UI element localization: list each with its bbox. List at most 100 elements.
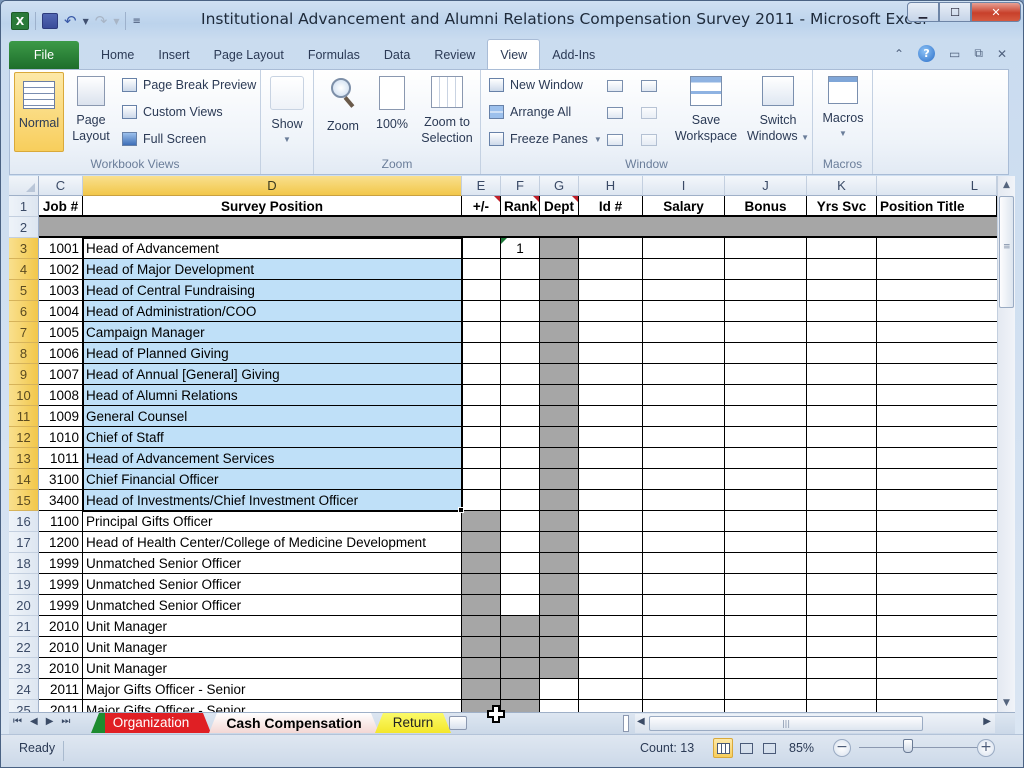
- cell-title[interactable]: [877, 490, 997, 511]
- cell-id[interactable]: [579, 385, 643, 406]
- cell-job[interactable]: 2011: [39, 679, 83, 700]
- row-header[interactable]: 7: [9, 322, 39, 343]
- cell-position[interactable]: Principal Gifts Officer: [83, 511, 462, 532]
- cell-id[interactable]: [579, 469, 643, 490]
- cell-plusminus[interactable]: [462, 406, 501, 427]
- cell-job[interactable]: 1009: [39, 406, 83, 427]
- cell-plusminus[interactable]: [462, 238, 501, 259]
- cell-id[interactable]: [579, 238, 643, 259]
- cell-rank[interactable]: [501, 385, 540, 406]
- cell-salary[interactable]: [643, 238, 725, 259]
- tab-data[interactable]: Data: [372, 41, 422, 69]
- cell-dept[interactable]: [540, 469, 579, 490]
- close-button[interactable]: ✕: [971, 2, 1021, 22]
- cell-yrs[interactable]: [807, 343, 877, 364]
- cell-id[interactable]: [579, 511, 643, 532]
- cell-dept[interactable]: [540, 574, 579, 595]
- cell-bonus[interactable]: [725, 469, 807, 490]
- cell-position[interactable]: Unmatched Senior Officer: [83, 553, 462, 574]
- last-sheet-icon[interactable]: ⏭: [61, 716, 70, 727]
- cell-title[interactable]: [877, 343, 997, 364]
- cell-rank[interactable]: [501, 553, 540, 574]
- cell-job[interactable]: 2010: [39, 616, 83, 637]
- header-cell-position[interactable]: Survey Position: [83, 196, 462, 217]
- show-button[interactable]: Show ▼: [267, 72, 307, 154]
- cell-id[interactable]: [579, 616, 643, 637]
- cell-bonus[interactable]: [725, 637, 807, 658]
- cell-job[interactable]: 1011: [39, 448, 83, 469]
- cell-rank[interactable]: [501, 469, 540, 490]
- cell-title[interactable]: [877, 469, 997, 490]
- cell-rank[interactable]: [501, 616, 540, 637]
- column-header-c[interactable]: C: [39, 176, 83, 196]
- cell-job[interactable]: 2010: [39, 637, 83, 658]
- help-icon[interactable]: ?: [918, 45, 936, 62]
- cell-dept[interactable]: [540, 406, 579, 427]
- row-header[interactable]: 4: [9, 259, 39, 280]
- row-header[interactable]: 20: [9, 595, 39, 616]
- cell-job[interactable]: 1002: [39, 259, 83, 280]
- cell-bonus[interactable]: [725, 532, 807, 553]
- zoom-slider-thumb[interactable]: [903, 739, 914, 753]
- cell-id[interactable]: [579, 427, 643, 448]
- cell-salary[interactable]: [643, 574, 725, 595]
- cell-plusminus[interactable]: [462, 301, 501, 322]
- scroll-down-icon[interactable]: ▼: [998, 694, 1015, 712]
- split-icon[interactable]: [607, 80, 623, 92]
- cell-job[interactable]: 2011: [39, 700, 83, 712]
- column-header-d[interactable]: D: [83, 176, 462, 196]
- cell-dept[interactable]: [540, 364, 579, 385]
- vertical-scrollbar[interactable]: ▲ ▼: [997, 176, 1015, 712]
- header-cell-rank[interactable]: Rank: [501, 196, 540, 217]
- cell-bonus[interactable]: [725, 616, 807, 637]
- cell-title[interactable]: [877, 616, 997, 637]
- cell-salary[interactable]: [643, 322, 725, 343]
- cell-dept[interactable]: [540, 595, 579, 616]
- cell-plusminus[interactable]: [462, 259, 501, 280]
- cell-title[interactable]: [877, 448, 997, 469]
- cell-yrs[interactable]: [807, 532, 877, 553]
- cell-dept[interactable]: [540, 301, 579, 322]
- workbook-close-icon[interactable]: ✕: [997, 47, 1007, 61]
- cell-salary[interactable]: [643, 259, 725, 280]
- cell-rank[interactable]: [501, 574, 540, 595]
- zoom-level[interactable]: 85%: [789, 741, 814, 755]
- cell-salary[interactable]: [643, 406, 725, 427]
- cell-rank[interactable]: [501, 322, 540, 343]
- cell-id[interactable]: [579, 658, 643, 679]
- cell-title[interactable]: [877, 322, 997, 343]
- cell-rank[interactable]: [501, 658, 540, 679]
- cell-plusminus[interactable]: [462, 364, 501, 385]
- cell-plusminus[interactable]: [462, 322, 501, 343]
- cell-bonus[interactable]: [725, 595, 807, 616]
- row-header[interactable]: 21: [9, 616, 39, 637]
- cell-id[interactable]: [579, 406, 643, 427]
- cell-position[interactable]: Head of Investments/Chief Investment Off…: [83, 490, 462, 511]
- cell-position[interactable]: Head of Planned Giving: [83, 343, 462, 364]
- cell-plusminus[interactable]: [462, 637, 501, 658]
- cell-id[interactable]: [579, 700, 643, 712]
- cell-position[interactable]: Chief Financial Officer: [83, 469, 462, 490]
- cell-job[interactable]: 1010: [39, 427, 83, 448]
- cell-yrs[interactable]: [807, 616, 877, 637]
- select-all-button[interactable]: [9, 176, 39, 196]
- cell-title[interactable]: [877, 637, 997, 658]
- cell-salary[interactable]: [643, 427, 725, 448]
- cell-dept[interactable]: [540, 679, 579, 700]
- cell-bonus[interactable]: [725, 553, 807, 574]
- cell-title[interactable]: [877, 553, 997, 574]
- cell-rank[interactable]: [501, 259, 540, 280]
- cell-salary[interactable]: [643, 511, 725, 532]
- cell-plusminus[interactable]: [462, 448, 501, 469]
- column-header-e[interactable]: E: [462, 176, 501, 196]
- cell-plusminus[interactable]: [462, 511, 501, 532]
- cell-dept[interactable]: [540, 385, 579, 406]
- cell-plusminus[interactable]: [462, 553, 501, 574]
- cell-yrs[interactable]: [807, 238, 877, 259]
- column-header-j[interactable]: J: [725, 176, 807, 196]
- row-header[interactable]: 12: [9, 427, 39, 448]
- save-icon[interactable]: [42, 13, 58, 29]
- cell-id[interactable]: [579, 637, 643, 658]
- row-header[interactable]: 10: [9, 385, 39, 406]
- cell-bonus[interactable]: [725, 238, 807, 259]
